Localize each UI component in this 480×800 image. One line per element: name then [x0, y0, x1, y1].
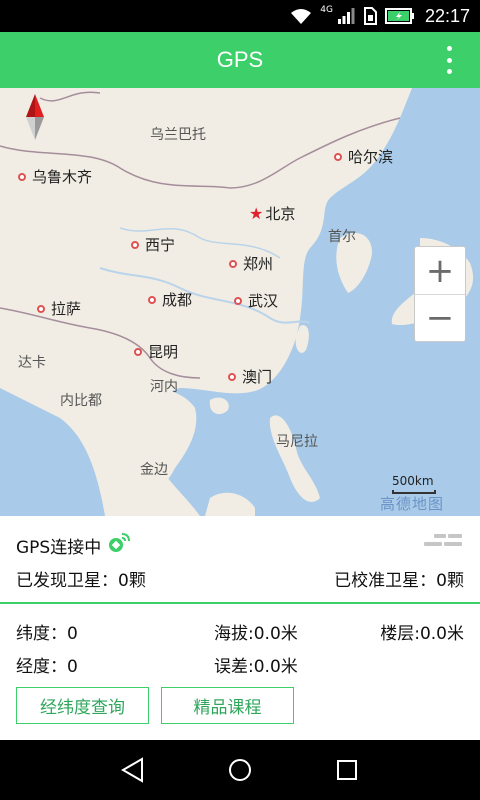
longitude-value: 经度：0: [16, 657, 78, 677]
zoom-out-button[interactable]: −: [415, 294, 465, 341]
error-value: 误差:0.0米: [214, 657, 298, 677]
satellite-icon: [107, 532, 131, 559]
map-city-haerbin: 哈尔滨: [334, 146, 393, 167]
map-city-lasa: 拉萨: [37, 298, 81, 319]
altitude-value: 海拔:0.0米: [214, 624, 298, 644]
map-label-manila: 马尼拉: [276, 434, 318, 450]
map-label-jinbian: 金边: [140, 462, 168, 478]
floor-value: 楼层:0.0米: [380, 624, 464, 644]
map-scale-label: 500km: [392, 474, 434, 488]
compass-icon[interactable]: [26, 94, 44, 144]
more-vert-icon[interactable]: [438, 44, 460, 76]
coordinate-query-button[interactable]: 经纬度查询: [16, 687, 149, 724]
map-city-xining: 西宁: [131, 234, 175, 255]
map-view[interactable]: 乌兰巴托 乌鲁木齐 哈尔滨 ★北京 首尔 东京 西宁 郑州 拉萨 成都 武汉 达…: [0, 88, 480, 516]
home-icon[interactable]: [215, 745, 265, 795]
divider: [0, 602, 480, 604]
satellites-calibrated: 已校准卫星：0颗: [334, 571, 464, 591]
map-city-wuhan: 武汉: [234, 290, 278, 311]
satellites-found: 已发现卫星：0颗: [16, 571, 146, 591]
map-label-shouer: 首尔: [328, 229, 356, 245]
nav-bar: [0, 740, 480, 800]
gps-status: GPS连接中: [16, 532, 131, 559]
app-title: GPS: [216, 47, 264, 72]
clock: 22:17: [424, 5, 470, 26]
map-city-wulumuqi: 乌鲁木齐: [18, 166, 92, 187]
map-label-henei: 河内: [150, 379, 178, 395]
map-city-beijing: ★ 北京: [249, 204, 296, 223]
gps-status-text: GPS连接中: [16, 538, 102, 558]
wifi-icon: [290, 7, 312, 25]
app-bar: GPS: [0, 32, 480, 88]
map-city-zhengzhou: 郑州: [229, 253, 273, 274]
panel-toggle-icon[interactable]: [424, 534, 464, 550]
map-city-chengdu: 成都: [148, 289, 192, 310]
map-label-daka: 达卡: [18, 355, 46, 371]
map-label-wulanbatuo: 乌兰巴托: [150, 127, 206, 143]
network-type: 4G: [320, 5, 333, 15]
back-icon[interactable]: [108, 745, 158, 795]
map-label-neibidu: 内比都: [60, 393, 102, 409]
signal-icon: [337, 7, 355, 25]
gps-info-panel: GPS连接中 已发现卫星：0颗 已校准卫星：0颗 纬度：0 海拔:0.0米 楼层…: [0, 516, 480, 740]
zoom-control: + −: [414, 246, 466, 342]
latitude-value: 纬度：0: [16, 624, 78, 644]
recents-icon[interactable]: [322, 745, 372, 795]
course-button[interactable]: 精品课程: [161, 687, 294, 724]
sim-icon: [363, 7, 377, 25]
map-brand-logo: 高德地图: [380, 495, 445, 513]
status-bar: 4G 22:17: [0, 0, 480, 32]
battery-icon: [384, 8, 415, 24]
map-city-aomen: 澳门: [228, 366, 272, 387]
map-city-kunming: 昆明: [134, 341, 178, 362]
zoom-in-button[interactable]: +: [415, 247, 465, 294]
